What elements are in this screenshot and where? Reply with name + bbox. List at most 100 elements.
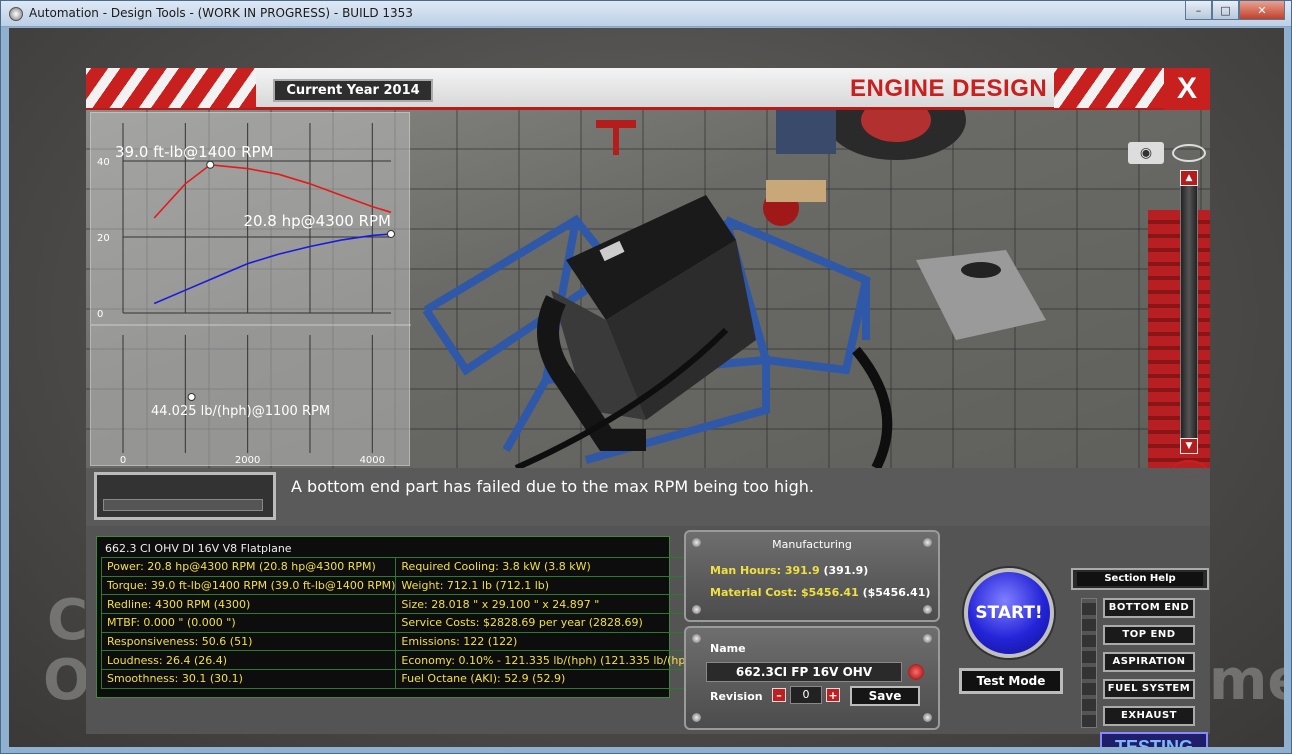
stat-left: Power: 20.8 hp@4300 RPM (20.8 hp@4300 RP… xyxy=(100,557,397,577)
reset-name-icon[interactable] xyxy=(908,664,924,680)
maximize-button[interactable]: □ xyxy=(1212,1,1239,20)
stats-row: Torque: 39.0 ft-lb@1400 RPM (39.0 ft-lb@… xyxy=(100,575,702,596)
save-button[interactable]: Save xyxy=(850,686,920,706)
chart-y-tick-label: 40 xyxy=(97,157,110,168)
section-help-button[interactable]: Section Help xyxy=(1071,568,1209,590)
stats-row: MTBF: 0.000 " (0.000 ") Service Costs: $2… xyxy=(100,613,702,633)
bolt-decor xyxy=(923,713,932,722)
testing-button[interactable]: TESTING xyxy=(1100,732,1208,747)
engine-spec-header: 662.3 CI OHV DI 16V V8 Flatplane xyxy=(105,542,292,555)
engine-design-panel: Current Year 2014 ENGINE DESIGN X 0 20 4… xyxy=(86,68,1210,747)
revision-increment-button[interactable]: + xyxy=(826,688,840,702)
chart-series-line xyxy=(153,233,392,305)
view-scrollbar[interactable] xyxy=(1180,172,1198,444)
section-bottom-end-button[interactable]: BOTTOM END xyxy=(1103,598,1195,618)
stats-row: Redline: 4300 RPM (4300) Size: 28.018 " x… xyxy=(100,594,702,615)
section-aspiration-button[interactable]: ASPIRATION xyxy=(1103,652,1195,672)
stats-table: Power: 20.8 hp@4300 RPM (20.8 hp@4300 RP… xyxy=(100,557,702,689)
manufacturing-panel: Manufacturing Man Hours: 391.9 (391.9) M… xyxy=(684,530,940,622)
background-text-right: me xyxy=(1209,648,1284,713)
chart-y-tick-label: 20 xyxy=(97,233,110,244)
panel-header: Current Year 2014 ENGINE DESIGN X xyxy=(86,68,1210,110)
stat-right: Fuel Octane (AKI): 52.9 (52.9) xyxy=(395,669,702,689)
section-top-end-button[interactable]: TOP END xyxy=(1103,625,1195,645)
name-panel: Name 662.3CI FP 16V OHV Revision – 0 + S… xyxy=(684,626,940,730)
tool-rack xyxy=(1148,210,1210,468)
status-message: A bottom end part has failed due to the … xyxy=(291,477,814,496)
stat-right: Emissions: 122 (122) xyxy=(395,631,702,652)
stats-row: Loudness: 26.4 (26.4) Economy: 0.10% - 12… xyxy=(100,650,702,671)
chart-x-tick-label: 4000 xyxy=(360,455,385,466)
chart-annotation-label: 44.025 lb/(hph)@1100 RPM xyxy=(151,404,330,419)
stats-row: Smoothness: 30.1 (30.1) Fuel Octane (AKI)… xyxy=(100,669,702,689)
camera-icon[interactable]: ◉ xyxy=(1128,142,1164,164)
stat-left: Torque: 39.0 ft-lb@1400 RPM (39.0 ft-lb@… xyxy=(100,575,397,596)
chart-x-tick-label: 2000 xyxy=(235,455,260,466)
background-text-left: C xyxy=(47,588,89,653)
bolt-decor xyxy=(923,605,932,614)
app-window: Automation - Design Tools - (WORK IN PRO… xyxy=(0,0,1292,754)
engine-name-input[interactable]: 662.3CI FP 16V OHV xyxy=(706,662,902,682)
revision-decrement-button[interactable]: – xyxy=(772,688,786,702)
message-thumbnail-slider xyxy=(103,499,263,511)
name-label: Name xyxy=(710,642,746,655)
game-viewport: C O me Current Year 2014 ENGINE DESIGN X xyxy=(9,28,1284,747)
man-hours: Man Hours: 391.9 (391.9) xyxy=(710,564,868,577)
app-icon xyxy=(9,7,23,21)
close-panel-button[interactable]: X xyxy=(1164,68,1210,110)
close-window-button[interactable]: ✕ xyxy=(1239,1,1285,20)
manufacturing-title: Manufacturing xyxy=(772,538,852,551)
performance-chart: 0 20 40 39.0 ft-lb@1400 RPM 20.8 hp@4300 RPM… xyxy=(91,123,411,466)
chart-peak-point xyxy=(206,160,215,169)
start-button[interactable]: START! xyxy=(964,568,1054,658)
bolt-decor xyxy=(692,634,701,643)
chart-series-line xyxy=(153,163,392,219)
stat-left: Redline: 4300 RPM (4300) xyxy=(100,594,397,615)
material-cost-previous: ($5456.41) xyxy=(862,586,931,599)
section-fuel-system-button[interactable]: FUEL SYSTEM xyxy=(1103,679,1195,699)
chart-annotation-label: 20.8 hp@4300 RPM xyxy=(243,212,391,230)
bottom-panel: 662.3 CI OHV DI 16V V8 Flatplane Power: … xyxy=(86,526,1210,747)
current-year-label: Current Year 2014 xyxy=(273,79,433,102)
header-stripes-right xyxy=(1054,68,1164,108)
stat-left: Smoothness: 30.1 (30.1) xyxy=(100,669,397,689)
eye-icon[interactable] xyxy=(1172,144,1206,162)
material-cost-value: Material Cost: $5456.41 xyxy=(710,586,859,599)
crate-prop xyxy=(766,180,826,202)
scroll-down-icon[interactable]: ▼ xyxy=(1180,438,1198,454)
test-mode-button[interactable]: Test Mode xyxy=(959,668,1063,694)
stat-left: Responsiveness: 50.6 (51) xyxy=(100,631,397,652)
chart-annotation-label: 39.0 ft-lb@1400 RPM xyxy=(115,143,274,161)
window-controls: – □ ✕ xyxy=(1185,1,1285,21)
message-bar: A bottom end part has failed due to the … xyxy=(86,468,1210,526)
stats-row: Power: 20.8 hp@4300 RPM (20.8 hp@4300 RP… xyxy=(100,557,702,577)
engine-stats-panel: 662.3 CI OHV DI 16V V8 Flatplane Power: … xyxy=(96,536,702,698)
material-cost: Material Cost: $5456.41 ($5456.41) xyxy=(710,586,930,599)
chart-peak-point xyxy=(387,229,395,238)
stat-right: Weight: 712.1 lb (712.1 lb) xyxy=(395,575,702,596)
chart-y-tick-label: 0 xyxy=(97,309,103,320)
stats-row: Responsiveness: 50.6 (51) Emissions: 122 … xyxy=(100,631,702,652)
stat-right: Service Costs: $2828.69 per year (2828.6… xyxy=(395,613,702,633)
bolt-decor xyxy=(923,634,932,643)
barrel-prop xyxy=(776,110,836,154)
section-help-label: Section Help xyxy=(1077,572,1203,586)
man-hours-previous: (391.9) xyxy=(823,564,869,577)
header-stripes-left xyxy=(86,68,256,108)
chart-bsfc-point xyxy=(187,393,196,401)
minimize-button[interactable]: – xyxy=(1185,1,1212,20)
title-bar: Automation - Design Tools - (WORK IN PRO… xyxy=(1,1,1291,27)
section-rail xyxy=(1081,598,1097,728)
section-exhaust-button[interactable]: EXHAUST xyxy=(1103,706,1195,726)
page-title: ENGINE DESIGN xyxy=(850,75,1048,102)
message-thumbnail xyxy=(94,472,276,520)
cable xyxy=(852,346,893,468)
revision-label: Revision xyxy=(710,690,763,703)
stat-left: MTBF: 0.000 " (0.000 ") xyxy=(100,613,397,633)
stat-right: Required Cooling: 3.8 kW (3.8 kW) xyxy=(395,557,702,577)
revision-value[interactable]: 0 xyxy=(790,686,822,704)
bolt-decor xyxy=(692,605,701,614)
scroll-up-icon[interactable]: ▲ xyxy=(1180,170,1198,186)
bolt-decor xyxy=(692,713,701,722)
fuel-cap xyxy=(961,262,1001,278)
